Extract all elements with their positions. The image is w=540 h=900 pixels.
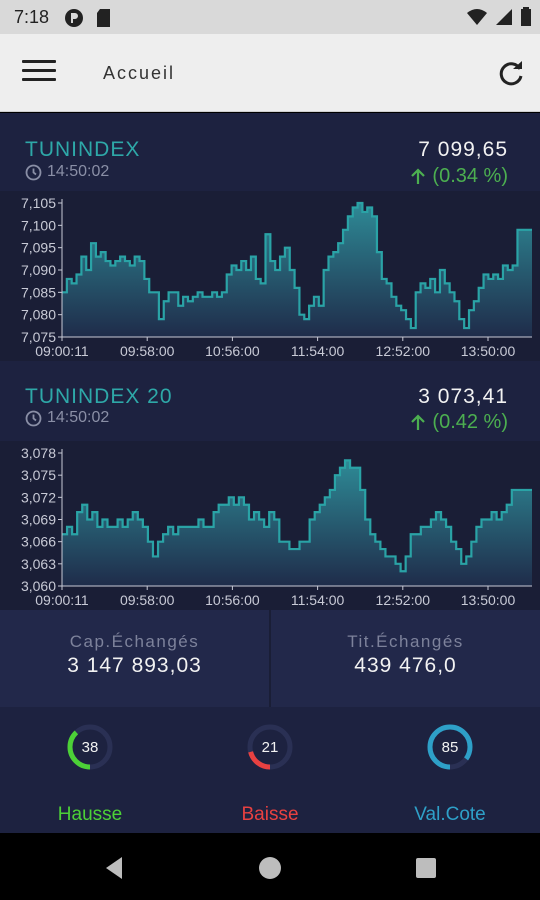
ring-label: Val.Cote xyxy=(414,804,486,825)
y-tick-label: 7,100 xyxy=(21,217,56,233)
index-value: 7 099,65 xyxy=(418,138,508,161)
status-time: 7:18 xyxy=(14,7,50,27)
chart-tunindex-20: 3,078 3,075 3,072 3,069 3,066 3,063 3,060 09:00… xyxy=(0,441,540,610)
x-tick-label: 12:52:00 xyxy=(376,343,431,359)
y-tick-label: 7,085 xyxy=(21,284,56,300)
ring-value: 85 xyxy=(441,739,459,756)
ring-value: 21 xyxy=(261,739,279,756)
index-time: 14:50:02 xyxy=(25,409,109,427)
home-icon[interactable] xyxy=(255,853,285,883)
index-name: TUNINDEX 20 xyxy=(25,385,173,408)
page-title: Accueil xyxy=(103,63,176,83)
y-tick-label: 7,105 xyxy=(21,195,56,211)
ring-label: Baisse xyxy=(241,804,299,825)
stat-label: Cap.Échangés xyxy=(69,632,200,651)
x-tick-label: 11:54:00 xyxy=(291,592,345,608)
y-tick-label: 7,080 xyxy=(21,307,56,323)
back-icon[interactable] xyxy=(100,853,130,883)
y-tick-label: 3,072 xyxy=(21,489,56,505)
x-tick-label: 09:58:00 xyxy=(120,592,175,608)
x-tick-label: 09:58:00 xyxy=(120,343,175,359)
chart-svg: 3,0783,0753,0723,0693,0663,0633,06009:00… xyxy=(21,445,532,608)
index-change: (0.34 %) xyxy=(410,165,508,188)
y-tick-label: 7,095 xyxy=(21,240,56,256)
menu-icon[interactable] xyxy=(22,60,56,86)
x-tick-label: 10:56:00 xyxy=(205,592,260,608)
x-tick-label: 09:00:11 xyxy=(35,592,89,608)
x-tick-label: 13:50:00 xyxy=(461,592,516,608)
ring-value: 38 xyxy=(81,739,99,756)
ring-val-cote[interactable]: 85 Val.Cote xyxy=(360,707,540,833)
system-nav-bar xyxy=(0,833,540,900)
arrow-up-icon xyxy=(411,167,426,184)
sd-card-icon xyxy=(96,8,112,33)
y-tick-label: 3,075 xyxy=(21,467,56,483)
index-change-text: (0.34 %) xyxy=(432,165,508,187)
y-tick-label: 7,090 xyxy=(21,262,56,278)
app-bar: Accueil xyxy=(0,34,540,112)
battery-icon xyxy=(520,7,532,32)
ring-hausse[interactable]: 38 Hausse xyxy=(0,707,180,833)
y-tick-label: 3,069 xyxy=(21,512,56,528)
y-tick-label: 3,078 xyxy=(21,445,56,461)
chart-tunindex: 7,105 7,100 7,095 7,090 7,085 7,080 7,075 09:00… xyxy=(0,191,540,361)
series-area xyxy=(62,203,532,337)
ring-baisse[interactable]: 21 Baisse xyxy=(180,707,360,833)
x-tick-label: 09:00:11 xyxy=(35,343,89,359)
index-change-text: (0.42 %) xyxy=(432,411,508,433)
arrow-up-icon xyxy=(411,413,426,430)
index-time-text: 14:50:02 xyxy=(47,163,110,180)
stat-tit-echanges: Tit.Échangés 439 476,0 xyxy=(271,610,540,707)
index-value: 3 073,41 xyxy=(418,385,508,408)
stat-value: 3 147 893,03 xyxy=(67,654,202,677)
x-tick-label: 11:54:00 xyxy=(291,343,345,359)
chart-svg: 7,1057,1007,0957,0907,0857,0807,07509:00… xyxy=(21,195,532,359)
index-time: 14:50:02 xyxy=(25,163,109,181)
refresh-icon[interactable] xyxy=(496,59,526,89)
status-bar: 7:18 xyxy=(0,0,540,34)
x-tick-label: 10:56:00 xyxy=(205,343,260,359)
clock-icon xyxy=(25,410,42,426)
ring-label: Hausse xyxy=(57,804,123,825)
stat-cap-echanges: Cap.Échangés 3 147 893,03 xyxy=(0,610,269,707)
y-tick-label: 3,066 xyxy=(21,534,56,550)
y-tick-label: 3,063 xyxy=(21,556,56,572)
main-content: TUNINDEX 14:50:02 7 099,65 (0.34 %) 7,10… xyxy=(0,113,540,833)
index-card-tunindex[interactable]: TUNINDEX 14:50:02 7 099,65 (0.34 %) 7,10… xyxy=(0,113,540,361)
stat-label: Tit.Échangés xyxy=(347,632,464,651)
index-name: TUNINDEX xyxy=(25,138,141,161)
pocket-icon xyxy=(64,8,84,33)
index-card-tunindex-20[interactable]: TUNINDEX 20 14:50:02 3 073,41 (0.42 %) 3… xyxy=(0,361,540,610)
recents-icon[interactable] xyxy=(411,853,441,883)
rings-row: 38 Hausse 21 Baisse 85 Val.Cote xyxy=(0,707,540,833)
x-tick-label: 13:50:00 xyxy=(461,343,516,359)
x-tick-label: 12:52:00 xyxy=(376,592,431,608)
signal-icon xyxy=(494,7,514,32)
index-change: (0.42 %) xyxy=(410,411,508,434)
clock-icon xyxy=(25,164,42,180)
stats-row: Cap.Échangés 3 147 893,03 Tit.Échangés 4… xyxy=(0,610,540,707)
index-time-text: 14:50:02 xyxy=(47,409,110,426)
stat-value: 439 476,0 xyxy=(354,654,457,677)
series-area xyxy=(62,460,532,586)
wifi-icon xyxy=(466,7,488,32)
